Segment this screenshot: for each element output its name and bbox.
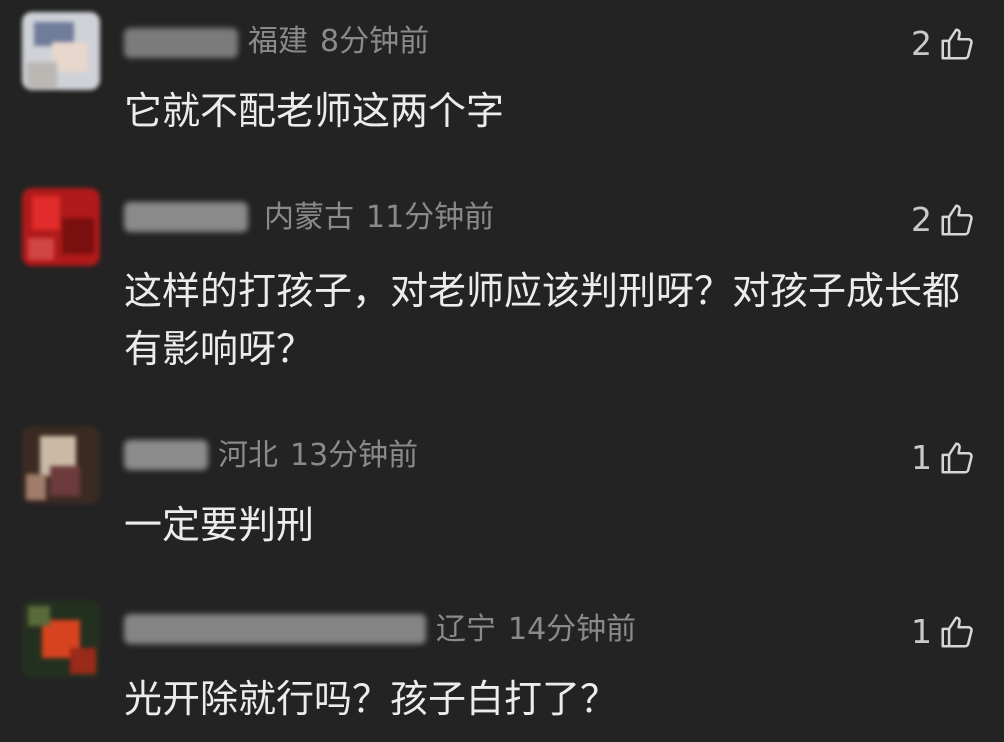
- comment-region: 内蒙古: [264, 200, 354, 235]
- username-redacted[interactable]: [124, 440, 208, 470]
- thumbs-up-icon: [941, 28, 973, 60]
- comment-meta: 内蒙古 11分钟前: [264, 200, 506, 236]
- comment-time: 8分钟前: [320, 24, 430, 59]
- like-button[interactable]: 1: [911, 438, 976, 478]
- avatar[interactable]: [22, 426, 100, 504]
- like-count: 1: [911, 438, 932, 477]
- like-button[interactable]: 1: [911, 612, 976, 652]
- thumbs-up-icon: [941, 616, 973, 648]
- like-count: 2: [911, 200, 932, 239]
- like-button[interactable]: 2: [911, 200, 976, 240]
- username-redacted[interactable]: [124, 614, 426, 644]
- comment-region: 河北: [218, 438, 278, 473]
- like-button[interactable]: 2: [911, 24, 976, 64]
- comment-text: 这样的打孩子，对老师应该判刑呀？对孩子成长都有影响呀？: [124, 269, 961, 371]
- avatar[interactable]: [22, 12, 100, 90]
- username-redacted[interactable]: [124, 202, 248, 232]
- comment-meta: 河北 13分钟前: [218, 438, 430, 474]
- username-redacted[interactable]: [124, 28, 238, 58]
- comment-meta: 福建 8分钟前: [248, 24, 441, 60]
- thumbs-up-icon: [941, 204, 973, 236]
- like-count: 1: [911, 612, 932, 651]
- comment-text: 光开除就行吗？孩子白打了？: [124, 677, 619, 721]
- avatar[interactable]: [22, 188, 100, 266]
- comment-time: 14分钟前: [508, 612, 637, 647]
- comment-meta: 辽宁 14分钟前: [436, 612, 648, 648]
- like-count: 2: [911, 24, 932, 63]
- avatar[interactable]: [22, 600, 100, 678]
- comment-region: 福建: [248, 24, 308, 59]
- comment-text: 一定要判刑: [124, 503, 315, 547]
- thumbs-up-icon: [941, 442, 973, 474]
- comment-time: 13分钟前: [290, 438, 419, 473]
- comment-time: 11分钟前: [366, 200, 495, 235]
- comment-text: 它就不配老师这两个字: [124, 89, 505, 133]
- comment-region: 辽宁: [436, 612, 496, 647]
